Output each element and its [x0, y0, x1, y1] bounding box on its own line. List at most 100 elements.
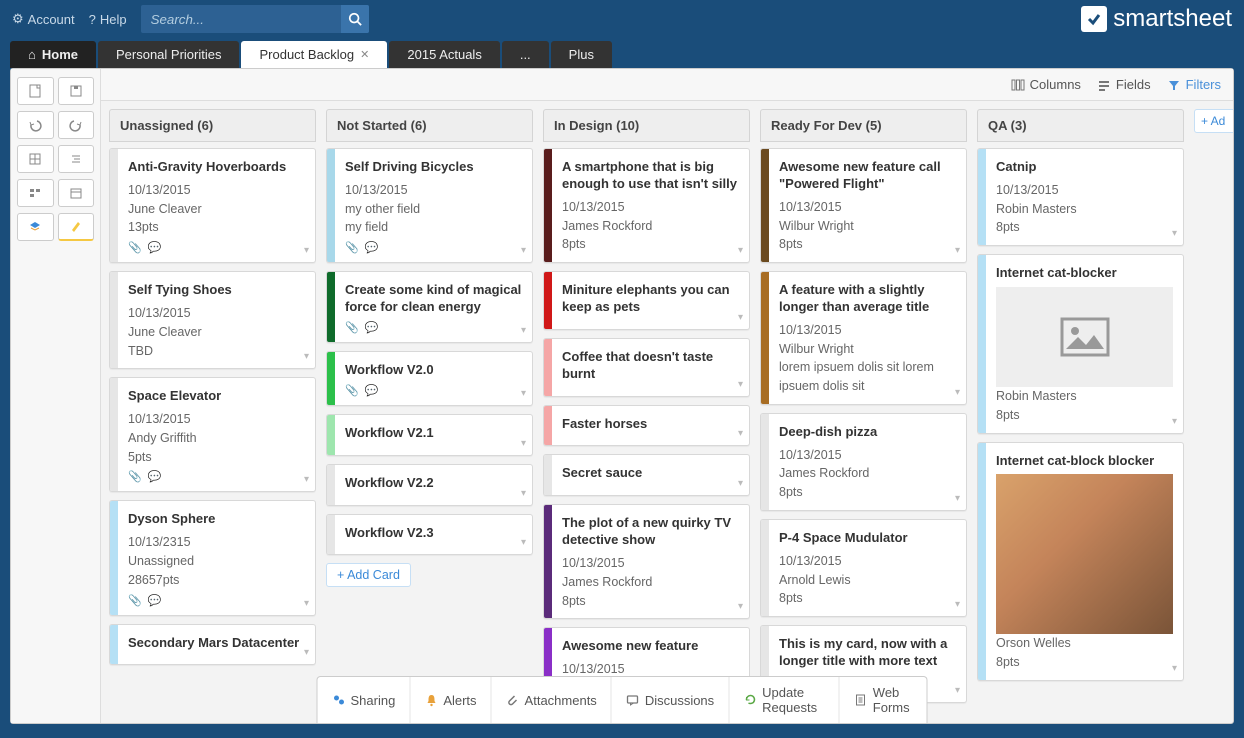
bottombar-discussions[interactable]: Discussions	[612, 677, 729, 723]
kanban-card[interactable]: Coffee that doesn't taste burnt▾	[543, 338, 750, 397]
card-expand-icon[interactable]: ▾	[1172, 663, 1177, 674]
column-header[interactable]: Unassigned (6)	[109, 109, 316, 142]
kanban-card[interactable]: Workflow V2.2▾	[326, 464, 533, 506]
tool-save[interactable]	[58, 77, 95, 105]
kanban-card[interactable]: Self Tying Shoes10/13/2015June CleaverTB…	[109, 271, 316, 369]
columns-toggle[interactable]: Columns	[1011, 77, 1081, 92]
kanban-card[interactable]: Secondary Mars Datacenter▾	[109, 624, 316, 666]
filters-toggle[interactable]: Filters	[1167, 77, 1221, 92]
card-expand-icon[interactable]: ▾	[304, 647, 309, 658]
tab-personal-priorities[interactable]: Personal Priorities	[98, 41, 240, 68]
help-link[interactable]: ? Help	[89, 12, 127, 27]
tab-product-backlog[interactable]: Product Backlog✕	[241, 41, 387, 68]
tab-2015-actuals[interactable]: 2015 Actuals	[389, 41, 499, 68]
comment-icon[interactable]: 💬	[148, 594, 162, 607]
card-expand-icon[interactable]: ▾	[521, 388, 526, 399]
kanban-card[interactable]: P-4 Space Mudulator10/13/2015Arnold Lewi…	[760, 519, 967, 617]
card-expand-icon[interactable]: ▾	[1172, 416, 1177, 427]
tab-plus[interactable]: Plus	[551, 41, 612, 68]
kanban-card[interactable]: Anti-Gravity Hoverboards10/13/2015June C…	[109, 148, 316, 263]
search-button[interactable]	[341, 5, 369, 33]
kanban-card[interactable]: Internet cat-block blockerOrson Welles8p…	[977, 442, 1184, 681]
add-column-button[interactable]: + Ad	[1194, 109, 1233, 133]
column-header[interactable]: Not Started (6)	[326, 109, 533, 142]
kanban-card[interactable]: Workflow V2.1▾	[326, 414, 533, 456]
card-expand-icon[interactable]: ▾	[738, 312, 743, 323]
kanban-card[interactable]: Catnip10/13/2015Robin Masters8pts▾	[977, 148, 1184, 246]
attachment-icon[interactable]: 📎	[345, 384, 359, 397]
tab--[interactable]: ...	[502, 41, 549, 68]
search-input[interactable]	[141, 6, 341, 33]
bottombar-sharing[interactable]: Sharing	[318, 677, 411, 723]
close-icon[interactable]: ✕	[360, 48, 369, 61]
kanban-card[interactable]: Self Driving Bicycles10/13/2015my other …	[326, 148, 533, 263]
card-expand-icon[interactable]: ▾	[955, 685, 960, 696]
bottombar-alerts[interactable]: Alerts	[410, 677, 491, 723]
card-field: 10/13/2015	[779, 552, 956, 571]
card-expand-icon[interactable]: ▾	[955, 245, 960, 256]
column-header[interactable]: In Design (10)	[543, 109, 750, 142]
tool-layers[interactable]	[17, 213, 54, 241]
card-expand-icon[interactable]: ▾	[1172, 228, 1177, 239]
fields-toggle[interactable]: Fields	[1097, 77, 1151, 92]
card-expand-icon[interactable]: ▾	[521, 325, 526, 336]
card-expand-icon[interactable]: ▾	[304, 245, 309, 256]
card-expand-icon[interactable]: ▾	[738, 245, 743, 256]
tab-home[interactable]: ⌂Home	[10, 41, 96, 68]
card-expand-icon[interactable]: ▾	[738, 428, 743, 439]
kanban-card[interactable]: The plot of a new quirky TV detective sh…	[543, 504, 750, 619]
card-expand-icon[interactable]: ▾	[521, 245, 526, 256]
column-header[interactable]: Ready For Dev (5)	[760, 109, 967, 142]
kanban-card[interactable]: A feature with a slightly longer than av…	[760, 271, 967, 405]
attachment-icon[interactable]: 📎	[128, 594, 142, 607]
card-expand-icon[interactable]: ▾	[738, 379, 743, 390]
card-expand-icon[interactable]: ▾	[521, 488, 526, 499]
attachment-icon[interactable]: 📎	[345, 321, 359, 334]
attachment-icon[interactable]: 📎	[345, 241, 359, 254]
kanban-card[interactable]: Awesome new feature call "Powered Flight…	[760, 148, 967, 263]
comment-icon[interactable]: 💬	[365, 321, 379, 334]
comment-icon[interactable]: 💬	[148, 241, 162, 254]
bottombar-update-requests[interactable]: Update Requests	[729, 677, 840, 723]
card-expand-icon[interactable]: ▾	[738, 601, 743, 612]
kanban-card[interactable]: Deep-dish pizza10/13/2015James Rockford8…	[760, 413, 967, 511]
kanban-card[interactable]: A smartphone that is big enough to use t…	[543, 148, 750, 263]
attachment-icon[interactable]: 📎	[128, 470, 142, 483]
column-header[interactable]: QA (3)	[977, 109, 1184, 142]
comment-icon[interactable]: 💬	[148, 470, 162, 483]
tool-highlight[interactable]	[58, 213, 95, 241]
tool-sheet[interactable]	[17, 77, 54, 105]
kanban-card[interactable]: Dyson Sphere10/13/2315Unassigned28657pts…	[109, 500, 316, 615]
kanban-card[interactable]: Internet cat-blockerRobin Masters8pts▾	[977, 254, 1184, 433]
tool-card[interactable]	[17, 179, 54, 207]
bottombar-attachments[interactable]: Attachments	[492, 677, 612, 723]
card-expand-icon[interactable]: ▾	[521, 537, 526, 548]
kanban-card[interactable]: Workflow V2.0📎💬▾	[326, 351, 533, 406]
card-expand-icon[interactable]: ▾	[955, 493, 960, 504]
card-expand-icon[interactable]: ▾	[304, 474, 309, 485]
card-expand-icon[interactable]: ▾	[521, 438, 526, 449]
card-color-bar	[327, 415, 335, 455]
kanban-card[interactable]: Space Elevator10/13/2015Andy Griffith5pt…	[109, 377, 316, 492]
kanban-card[interactable]: Faster horses▾	[543, 405, 750, 447]
account-link[interactable]: ⚙ Account	[12, 11, 75, 27]
card-expand-icon[interactable]: ▾	[304, 351, 309, 362]
kanban-card[interactable]: Secret sauce▾	[543, 454, 750, 496]
card-expand-icon[interactable]: ▾	[738, 478, 743, 489]
tool-indent[interactable]	[58, 145, 95, 173]
card-expand-icon[interactable]: ▾	[955, 599, 960, 610]
kanban-card[interactable]: Workflow V2.3▾	[326, 514, 533, 556]
tool-calendar[interactable]	[58, 179, 95, 207]
kanban-card[interactable]: Create some kind of magical force for cl…	[326, 271, 533, 343]
comment-icon[interactable]: 💬	[365, 384, 379, 397]
tool-grid[interactable]	[17, 145, 54, 173]
undo-button[interactable]	[17, 111, 54, 139]
bottombar-web-forms[interactable]: Web Forms	[840, 677, 927, 723]
attachment-icon[interactable]: 📎	[128, 241, 142, 254]
comment-icon[interactable]: 💬	[365, 241, 379, 254]
kanban-card[interactable]: Miniture elephants you can keep as pets▾	[543, 271, 750, 330]
card-expand-icon[interactable]: ▾	[304, 598, 309, 609]
redo-button[interactable]	[58, 111, 95, 139]
card-expand-icon[interactable]: ▾	[955, 387, 960, 398]
add-card-button[interactable]: + Add Card	[326, 563, 411, 587]
